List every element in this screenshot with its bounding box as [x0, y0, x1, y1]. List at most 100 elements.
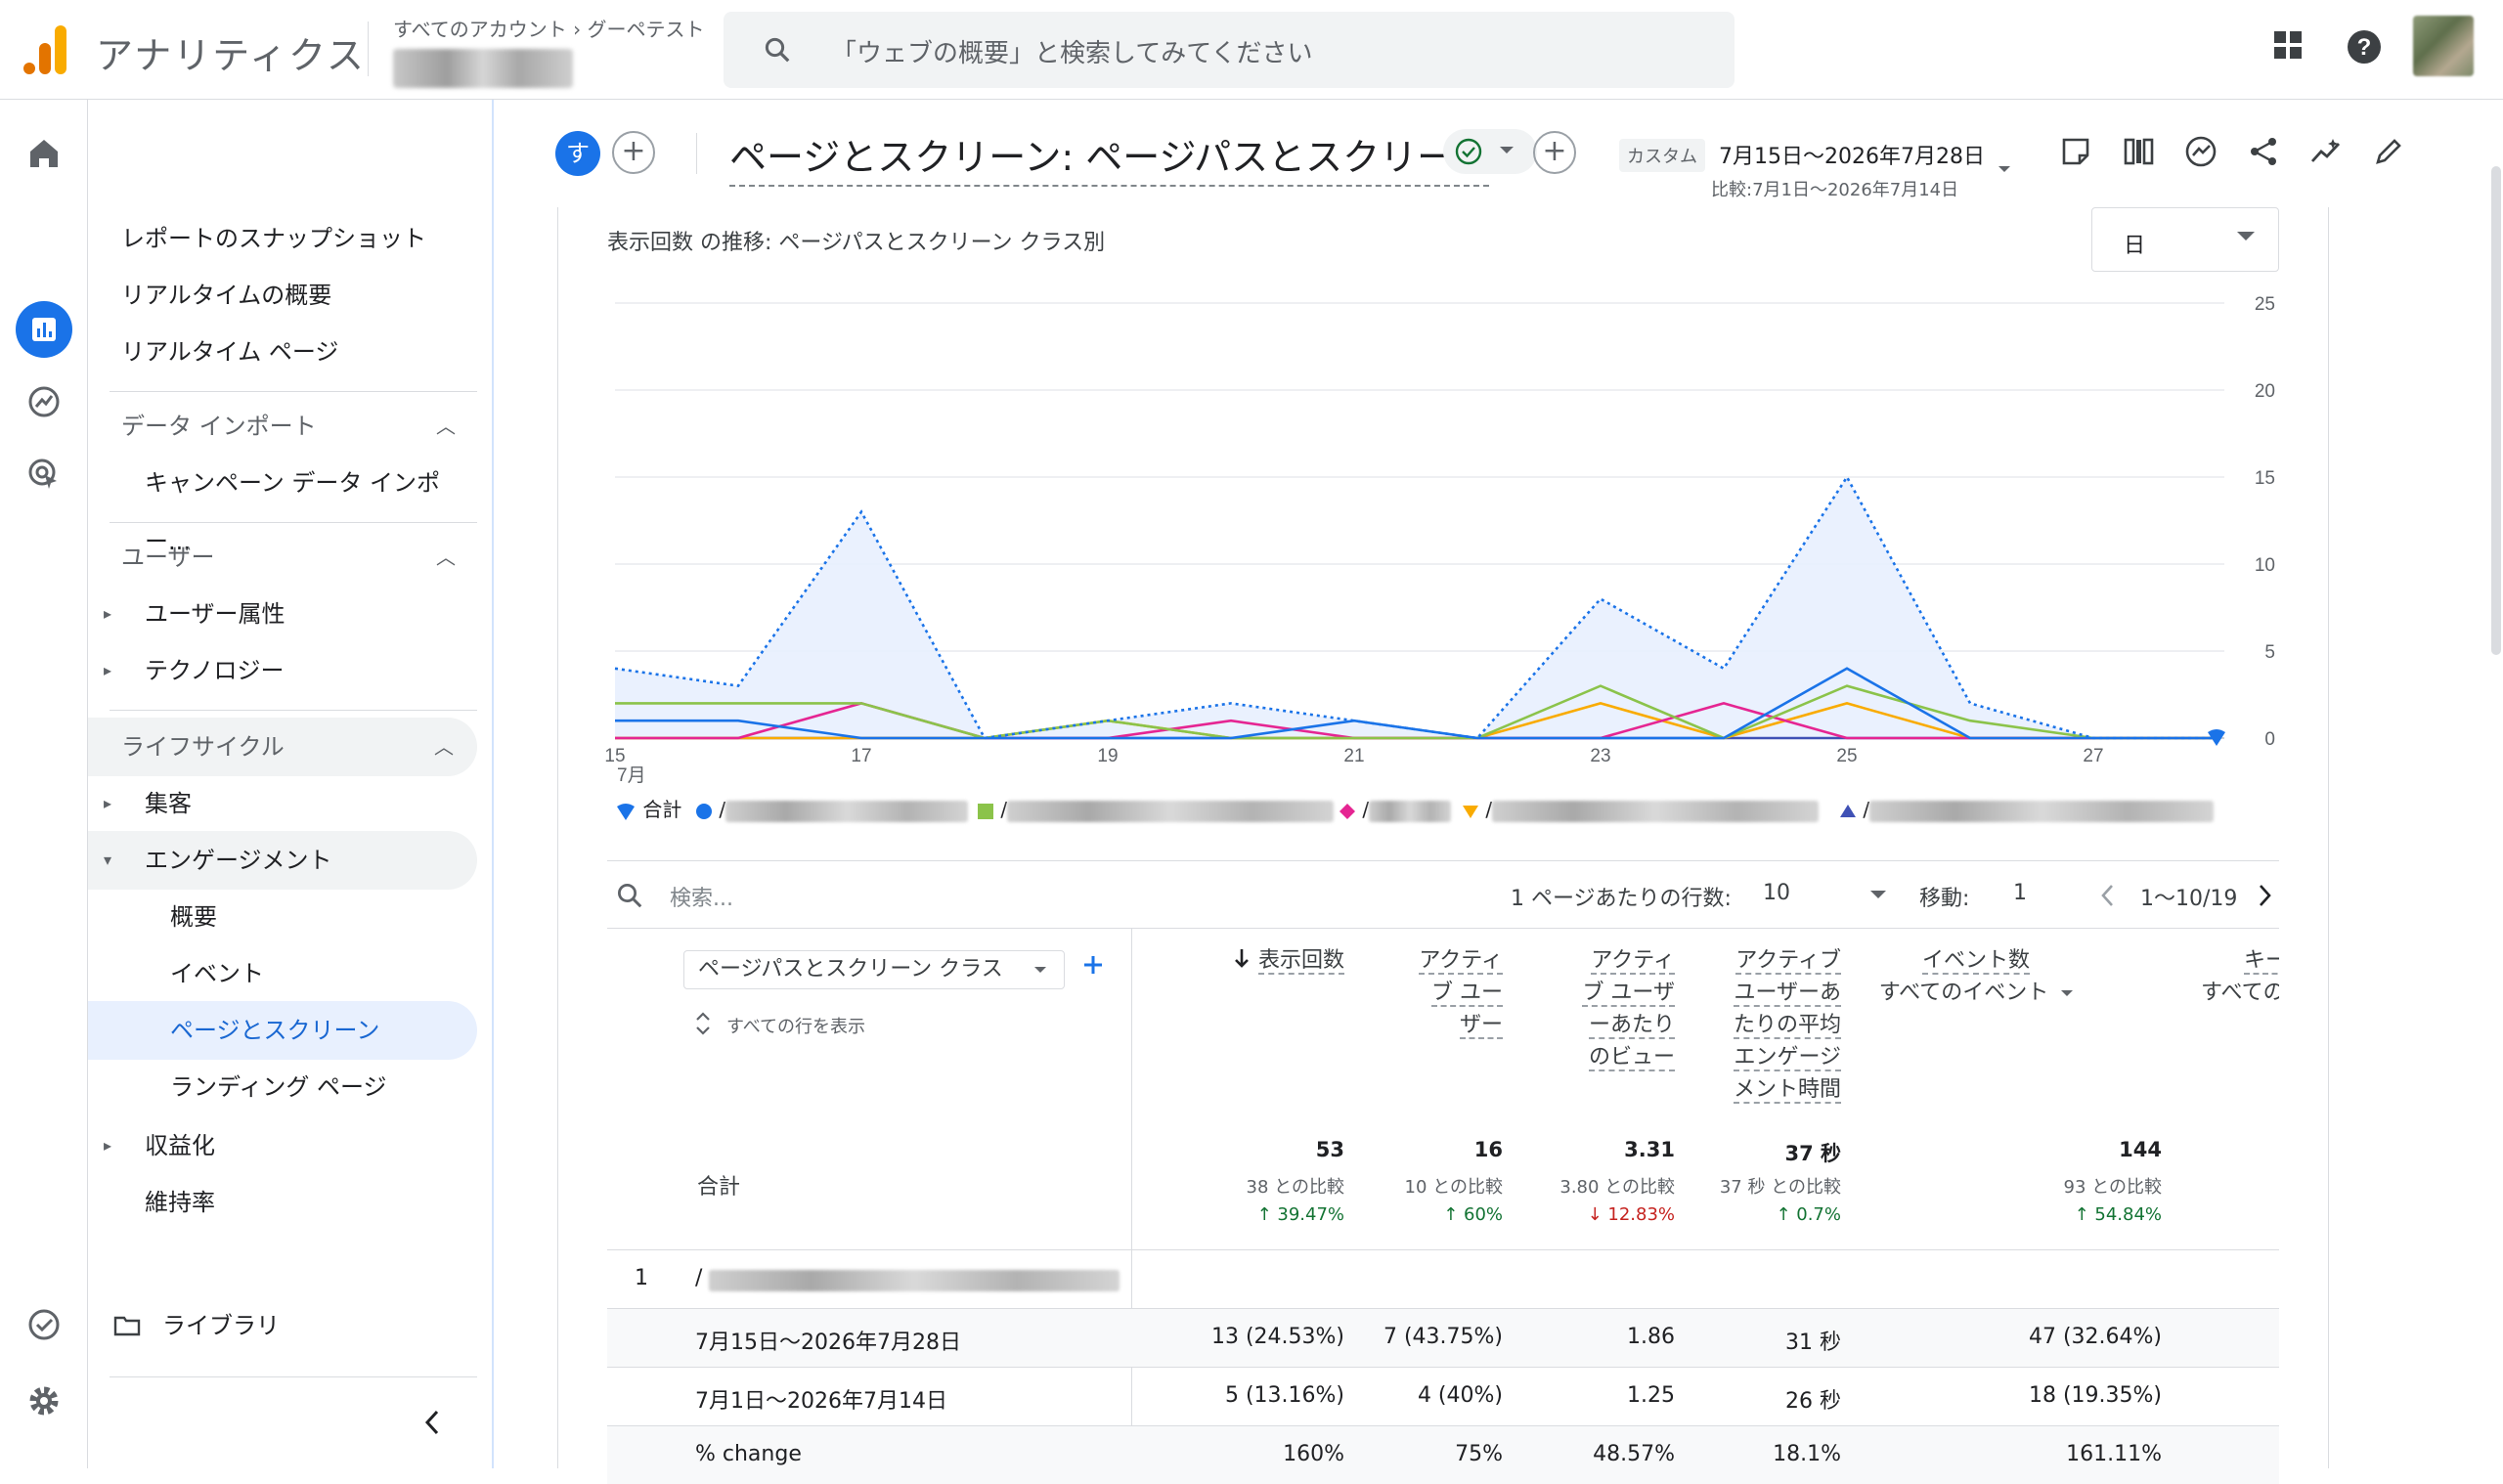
nav-retention[interactable]: 維持率 — [88, 1173, 479, 1232]
legend-item[interactable]: / — [1839, 792, 2215, 827]
help-icon[interactable]: ? — [2347, 29, 2382, 65]
admin-check-icon[interactable] — [22, 1302, 66, 1347]
nav-landing-page[interactable]: ランディング ページ — [88, 1058, 479, 1116]
nav-realtime-pages[interactable]: リアルタイム ページ — [88, 323, 479, 381]
report-title[interactable]: ページとスクリーン: ページパスとスクリー... — [729, 127, 1490, 187]
nav-technology[interactable]: ▸ テクノロジー — [88, 641, 479, 700]
apps-grid-icon[interactable] — [2272, 29, 2304, 61]
svg-text:?: ? — [2357, 34, 2372, 61]
dimension-select[interactable]: ページパスとスクリーン クラス — [683, 950, 1065, 989]
subrow-label: % change — [695, 1442, 802, 1466]
expand-rows-icon[interactable] — [693, 1011, 713, 1036]
total-compare: 37 秒 との比較 — [1719, 1177, 1841, 1198]
column-header-views-per-user[interactable]: アクティ ブ ユーザ ーあたり のビュー — [1582, 944, 1675, 1073]
add-filter-button[interactable]: + — [1533, 131, 1576, 174]
row-dimension-path[interactable]: / — [695, 1266, 702, 1290]
breadcrumb[interactable]: すべてのアカウント › グーペテスト — [393, 14, 705, 42]
trend-sparkle-icon[interactable] — [2309, 135, 2343, 168]
property-selector[interactable] — [393, 49, 573, 88]
legend-triangle-up-icon — [1840, 804, 1856, 817]
legend-item-total[interactable]: 合計 — [615, 792, 681, 827]
nav-snapshot[interactable]: レポートのスナップショット — [88, 209, 479, 268]
nav-engagement[interactable]: ▾ エンゲージメント — [88, 831, 477, 890]
legend-item[interactable]: / — [1339, 792, 1452, 827]
column-header-label: アクティブ — [1735, 948, 1841, 975]
account-avatar[interactable] — [2413, 16, 2474, 76]
share-icon[interactable] — [2247, 135, 2280, 168]
nav-pages-and-screens[interactable]: ページとスクリーン — [88, 1001, 477, 1060]
nav-realtime-overview[interactable]: リアルタイムの概要 — [88, 266, 479, 325]
home-icon[interactable] — [22, 131, 66, 176]
nav-section-label: データ インポート — [121, 413, 317, 440]
nav-item-label: 収益化 — [145, 1132, 215, 1159]
nav-engagement-overview[interactable]: 概要 — [88, 888, 479, 946]
rows-per-page-select[interactable]: 10 — [1763, 881, 1790, 905]
breadcrumb-accounts[interactable]: すべてのアカウント — [393, 18, 567, 41]
report-navigation: レポートのスナップショット リアルタイムの概要 リアルタイム ページ データ イ… — [88, 100, 494, 1468]
column-header-key-events[interactable]: キー すべての — [2201, 944, 2279, 1009]
caret-down-icon: ▾ — [104, 851, 112, 869]
analytics-logo-icon[interactable] — [22, 23, 68, 76]
granularity-value: 日 — [2124, 234, 2146, 258]
nav-acquisition[interactable]: ▸ 集客 — [88, 774, 479, 833]
legend-redacted-path — [1492, 800, 1820, 822]
subrow-value: 160% — [1283, 1442, 1344, 1466]
nav-section-lifecycle[interactable]: ライフサイクル ︿ — [88, 718, 477, 776]
notes-icon[interactable] — [2059, 135, 2092, 168]
report-status-chip[interactable] — [1443, 129, 1537, 174]
add-comparison-button[interactable]: + — [612, 131, 655, 174]
nav-section-user[interactable]: ユーザー ︿ — [88, 528, 479, 587]
nav-monetization[interactable]: ▸ 収益化 — [88, 1116, 479, 1175]
caret-down-icon[interactable] — [1870, 891, 1886, 898]
collapse-nav-chevron-left-icon[interactable] — [420, 1408, 444, 1437]
caret-down-icon[interactable] — [2061, 990, 2074, 996]
nav-events[interactable]: イベント — [88, 944, 479, 1003]
show-all-rows-link[interactable]: すべての行を表示 — [726, 1013, 865, 1038]
advertising-icon[interactable] — [22, 452, 66, 497]
nav-library[interactable]: ライブラリ — [88, 1296, 479, 1355]
column-header-event-count[interactable]: イベント数 すべてのイベント — [1878, 944, 2074, 1009]
event-filter-select[interactable]: すべてのイベント — [1879, 981, 2049, 1005]
table-row[interactable]: 1 / — [607, 1249, 2279, 1308]
granularity-select[interactable]: 日 — [2091, 207, 2279, 272]
page-scrollbar[interactable] — [2491, 166, 2501, 655]
next-page-chevron-right-icon[interactable] — [2256, 883, 2273, 908]
add-dimension-plus-icon[interactable] — [1080, 952, 1106, 978]
edit-pencil-icon[interactable] — [2372, 135, 2405, 168]
explore-icon[interactable] — [22, 379, 66, 424]
subrow-value: 1.25 — [1627, 1383, 1675, 1408]
reports-icon[interactable] — [22, 307, 66, 352]
legend-label: / — [1000, 798, 1008, 821]
rows-per-page-label: 1 ページあたりの行数: — [1511, 887, 1732, 911]
column-header-avg-engagement[interactable]: アクティブ ユーザーあ たりの平均 エンゲージ メント時間 — [1733, 944, 1841, 1106]
date-dropdown-caret-icon[interactable] — [1998, 166, 2010, 172]
prev-page-chevron-left-icon[interactable] — [2099, 883, 2117, 908]
legend-item[interactable]: / — [977, 792, 1335, 827]
legend-item[interactable]: / — [1462, 792, 1820, 827]
legend-item[interactable]: / — [695, 792, 969, 827]
table-subrow: % change 160% 75% 48.57% 18.1% 161.11% — [607, 1425, 2279, 1484]
column-header-active-users[interactable]: アクティ ブ ユー ザー — [1419, 944, 1503, 1041]
subrow-value: 18.1% — [1773, 1442, 1841, 1466]
legend-square-icon — [978, 803, 993, 819]
goto-page-input[interactable]: 1 — [2013, 881, 2027, 905]
column-header-views[interactable]: 表示回数 — [1233, 944, 1344, 977]
x-tick-label: 25 — [1836, 746, 1857, 766]
nav-item-label: テクノロジー — [145, 657, 285, 684]
column-header-label: ユーザーあ — [1734, 981, 1841, 1007]
compare-columns-icon[interactable] — [2122, 135, 2155, 168]
nav-section-data-import[interactable]: データ インポート ︿ — [88, 397, 479, 456]
total-change: ↑ 39.47% — [1256, 1204, 1344, 1225]
subrow-value: 1.86 — [1627, 1325, 1675, 1349]
key-event-filter[interactable]: すべての — [2201, 981, 2279, 1005]
settings-gear-icon[interactable] — [22, 1378, 66, 1423]
search-input[interactable]: 「ウェブの概要」と検索してみてください — [724, 12, 1735, 88]
nav-campaign-data-import[interactable]: キャンペーン データ インポー... — [88, 454, 479, 555]
goto-label: 移動: — [1919, 887, 1970, 911]
insights-icon[interactable] — [2184, 135, 2218, 168]
y-tick-label: 20 — [2255, 381, 2275, 402]
nav-user-attributes[interactable]: ▸ ユーザー属性 — [88, 585, 479, 643]
table-search-input[interactable]: 検索... — [670, 881, 733, 912]
comparison-chip[interactable]: す — [555, 131, 600, 176]
breadcrumb-property[interactable]: グーペテスト — [588, 18, 705, 41]
